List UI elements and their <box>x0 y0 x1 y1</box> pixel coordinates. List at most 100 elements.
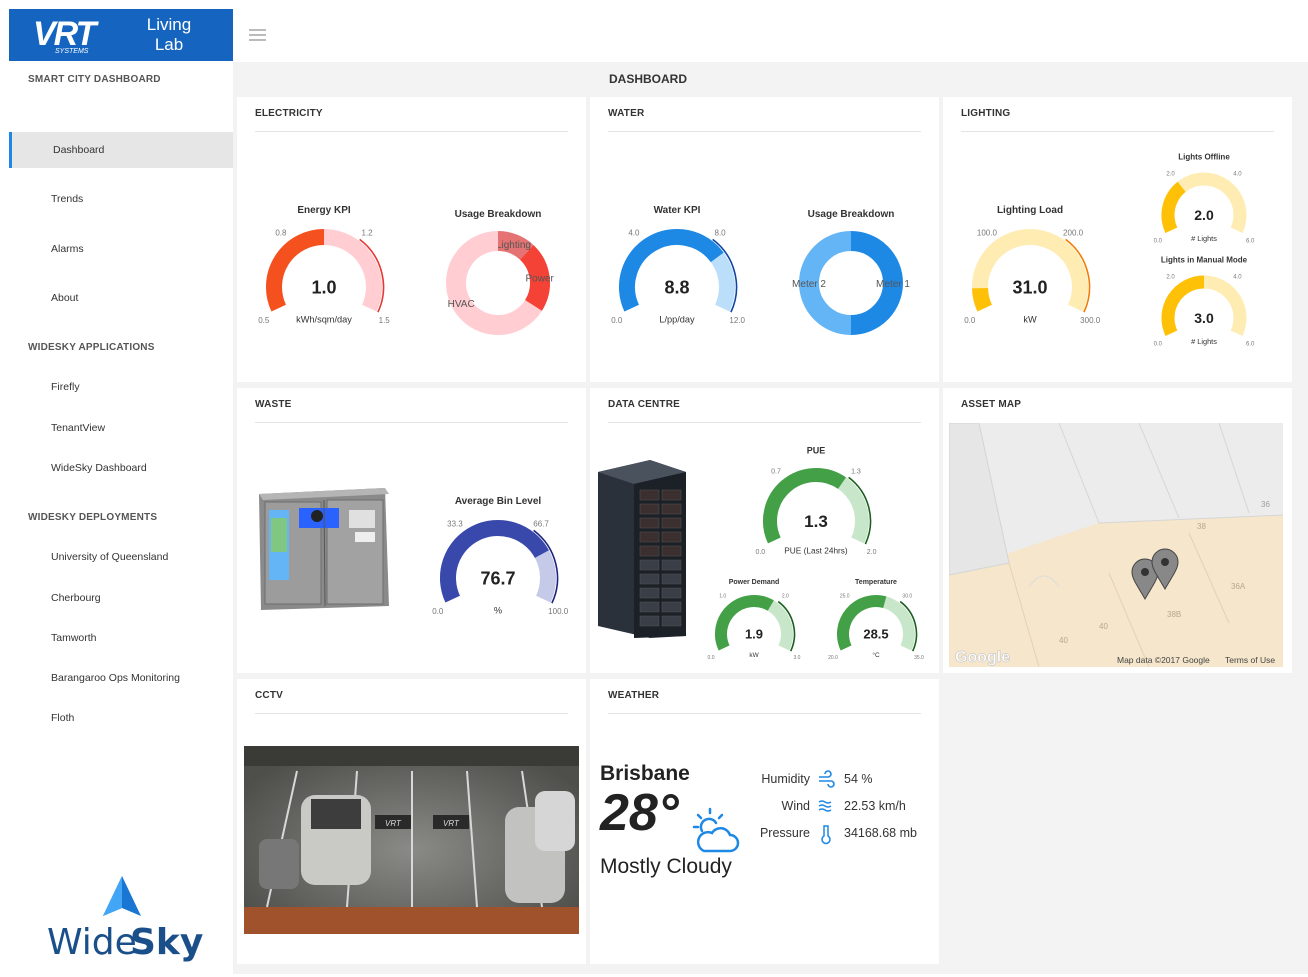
gauge-threshold-2: 66.7 <box>533 520 549 529</box>
gauge-label: Energy KPI <box>297 205 351 216</box>
gauge-unit: °C <box>872 651 880 659</box>
gauge-threshold-2: 4.0 <box>1233 275 1242 281</box>
gauge-threshold-1: 100.0 <box>977 229 998 238</box>
rack-slot <box>639 615 660 627</box>
sidebar-item-floth[interactable]: Floth <box>9 700 233 736</box>
vrt-logo[interactable]: VRT SYSTEMS Living Lab <box>9 9 233 61</box>
gauge-min: 0.0 <box>708 655 715 661</box>
rack-slot <box>639 559 660 571</box>
data-centre-widgets: 1.3 PUE PUE (Last 24hrs) 0.0 2.0 0.7 1.3 1.9 Po… <box>598 446 924 661</box>
gauge-unit: # Lights <box>1191 337 1217 346</box>
gauge-label: Lights Offline <box>1178 153 1230 162</box>
rack-slot <box>661 573 682 585</box>
gauge-label: Temperature <box>855 579 897 586</box>
gauge-value: 28.5 <box>863 627 888 642</box>
rack-slot <box>661 489 682 501</box>
gauge-threshold-2: 30.0 <box>902 593 912 599</box>
wind-icon <box>818 800 832 812</box>
cctv-feed[interactable]: VRT VRT <box>237 679 586 964</box>
power-demand-gauge[interactable]: 1.9 Power Demand kW 0.0 3.0 1.0 2.0 <box>708 579 801 661</box>
gauge-max: 300.0 <box>1080 316 1101 325</box>
water-usage-donut[interactable]: Usage Breakdown Meter 1 Meter 2 <box>792 209 910 335</box>
electricity-card: ELECTRICITY 1.0 Energy KPI kWh/sqm/day 0.5 1… <box>237 97 586 382</box>
energy-kpi-gauge[interactable]: 1.0 Energy KPI kWh/sqm/day 0.5 1.5 0.8 1.2 <box>258 205 390 325</box>
donut-slice-label: Meter 2 <box>792 279 826 290</box>
map-terms-link[interactable]: Terms of Use <box>1225 655 1275 665</box>
donut-slice-label: Lighting <box>496 240 531 251</box>
gauge-min: 0.0 <box>755 549 765 556</box>
sidebar-item-trends[interactable]: Trends <box>9 181 233 217</box>
sidebar-item-dashboard[interactable]: Dashboard <box>9 132 233 168</box>
gauge-unit: kW <box>749 652 759 659</box>
wind-label: Wind <box>781 799 810 813</box>
asset-map-card: ASSET MAP 36 38 36A 38B 40 40 Google Map… <box>943 388 1292 673</box>
rack-slot <box>639 601 660 613</box>
gauge-min: 20.0 <box>828 655 838 661</box>
sidebar-item-tenantview[interactable]: TenantView <box>9 410 233 446</box>
waste-card: WASTE 76.7 Average Bin Level% 0.0 100.0 33.3… <box>237 388 586 673</box>
donut-label: Usage Breakdown <box>455 209 542 220</box>
humidity-value: 54 % <box>844 772 873 786</box>
rack-slot <box>639 517 660 529</box>
google-logo: Google <box>955 649 1010 666</box>
sidebar-item-uq[interactable]: University of Queensland <box>9 539 233 575</box>
pue-gauge[interactable]: 1.3 PUE PUE (Last 24hrs) 0.0 2.0 0.7 1.3 <box>755 446 876 556</box>
electricity-usage-donut[interactable]: Usage Breakdown Lighting Power HVAC <box>446 209 555 335</box>
sidebar-item-widesky-dashboard[interactable]: WideSky Dashboard <box>9 450 233 486</box>
map-canvas[interactable]: 36 38 36A 38B 40 40 Google Map data ©201… <box>949 423 1283 667</box>
map-label-36: 36 <box>1261 500 1270 509</box>
gauge-max: 12.0 <box>729 316 745 325</box>
lighting-widgets: 31.0 Lighting Load kW 0.0 300.0 100.0 200.0 2.… <box>964 153 1255 348</box>
sidebar-item-tamworth[interactable]: Tamworth <box>9 620 233 656</box>
gauge-threshold-1: 2.0 <box>1166 275 1175 281</box>
map-attribution: Map data ©2017 Google <box>1117 655 1210 665</box>
gauge-max: 3.0 <box>793 655 800 661</box>
map-label-38: 38 <box>1197 522 1206 531</box>
page-title: DASHBOARD <box>609 72 687 86</box>
hamburger-menu-icon[interactable] <box>249 29 266 41</box>
gauge-threshold-1: 4.0 <box>628 229 640 238</box>
lighting-load-gauge[interactable]: 31.0 Lighting Load kW 0.0 300.0 100.0 200.0 <box>964 205 1100 325</box>
lights-manual-gauge[interactable]: 3.0 Lights in Manual Mode # Lights 0.0 6.0 2.… <box>1154 256 1255 348</box>
section-deployments-heading: WIDESKY DEPLOYMENTS <box>28 512 158 523</box>
gauge-unit: L/pp/day <box>659 315 695 325</box>
gauge-threshold-1: 25.0 <box>840 593 850 599</box>
rack-slot <box>661 517 682 529</box>
donut-slice-label: Meter 1 <box>876 279 910 290</box>
rack-slot <box>639 489 660 501</box>
map-label-40b: 40 <box>1059 636 1068 645</box>
gauge-value: 31.0 <box>1012 277 1047 297</box>
rack-slot <box>661 545 682 557</box>
main-area: DASHBOARD ELECTRICITY 1.0 Energy KPI kWh/s… <box>233 0 1308 974</box>
map-label-36a: 36A <box>1231 582 1246 591</box>
bay-mark-1: VRT <box>385 819 402 828</box>
gauge-label: Water KPI <box>654 205 701 216</box>
weather-title: WEATHER <box>608 690 660 701</box>
sidebar-item-cherbourg[interactable]: Cherbourg <box>9 580 233 616</box>
sidebar-item-alarms[interactable]: Alarms <box>9 231 233 267</box>
sidebar-item-barangaroo[interactable]: Barangaroo Ops Monitoring <box>9 660 233 696</box>
gauge-value: 3.0 <box>1194 310 1214 326</box>
sidebar-item-firefly[interactable]: Firefly <box>9 369 233 405</box>
gauge-label: Power Demand <box>729 579 780 586</box>
average-bin-level-gauge[interactable]: 76.7 Average Bin Level% 0.0 100.0 33.3 66.7 <box>432 496 568 616</box>
sidebar-item-about[interactable]: About <box>9 280 233 316</box>
map-label-40a: 40 <box>1099 622 1108 631</box>
asset-map[interactable]: 36 38 36A 38B 40 40 Google Map data ©201… <box>949 423 1283 667</box>
gauge-max: 100.0 <box>548 607 569 616</box>
gauge-min: 0.5 <box>258 316 270 325</box>
gauge-unit: kW <box>1023 315 1037 325</box>
water-card: WATER 8.8 Water KPI L/pp/day 0.0 12.0 4.0 8.0 … <box>590 97 939 382</box>
gauge-fill <box>1161 181 1186 233</box>
lights-offline-gauge[interactable]: 2.0 Lights Offline # Lights 0.0 6.0 2.0 4.0 <box>1154 153 1255 245</box>
gauge-threshold-1: 0.8 <box>275 229 287 238</box>
gauge-threshold-1: 0.7 <box>771 469 781 476</box>
gauge-min: 0.0 <box>432 607 444 616</box>
living-lab-text: Living Lab <box>146 15 192 54</box>
temperature-gauge[interactable]: 28.5 Temperature °C 20.0 35.0 25.0 30.0 <box>828 579 924 661</box>
gauge-min: 0.0 <box>611 316 623 325</box>
gauge-threshold-2: 200.0 <box>1063 229 1084 238</box>
gauge-max: 1.5 <box>379 316 391 325</box>
gauge-threshold-2: 8.0 <box>715 229 727 238</box>
water-kpi-gauge[interactable]: 8.8 Water KPI L/pp/day 0.0 12.0 4.0 8.0 <box>611 205 745 325</box>
